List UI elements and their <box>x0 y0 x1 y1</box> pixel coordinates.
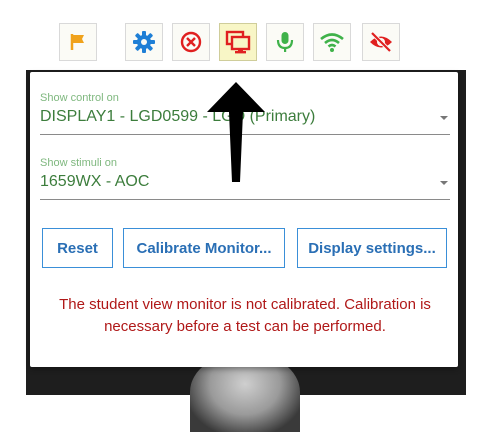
toolbar <box>0 0 490 70</box>
visibility-button[interactable] <box>362 23 400 61</box>
chevron-down-icon <box>440 116 448 120</box>
monitor-settings-button[interactable] <box>219 23 257 61</box>
reset-button[interactable]: Reset <box>42 228 113 268</box>
gear-icon <box>133 31 155 53</box>
chevron-down-icon <box>440 181 448 185</box>
display-settings-button[interactable]: Display settings... <box>297 228 447 268</box>
monitors-icon <box>225 30 251 54</box>
microphone-icon <box>276 32 294 52</box>
wifi-button[interactable] <box>313 23 351 61</box>
calibrate-monitor-button[interactable]: Calibrate Monitor... <box>123 228 285 268</box>
settings-button[interactable] <box>125 23 163 61</box>
annotation-arrow <box>207 82 265 182</box>
flag-icon <box>70 34 84 50</box>
calibration-warning: The student view monitor is not calibrat… <box>59 296 431 335</box>
cancel-circle-icon <box>180 31 202 53</box>
microphone-button[interactable] <box>266 23 304 61</box>
stimuli-display-underline <box>40 199 450 200</box>
eye-off-icon <box>370 31 392 53</box>
cancel-button[interactable] <box>172 23 210 61</box>
wifi-icon <box>320 33 344 52</box>
flag-button[interactable] <box>59 23 97 61</box>
